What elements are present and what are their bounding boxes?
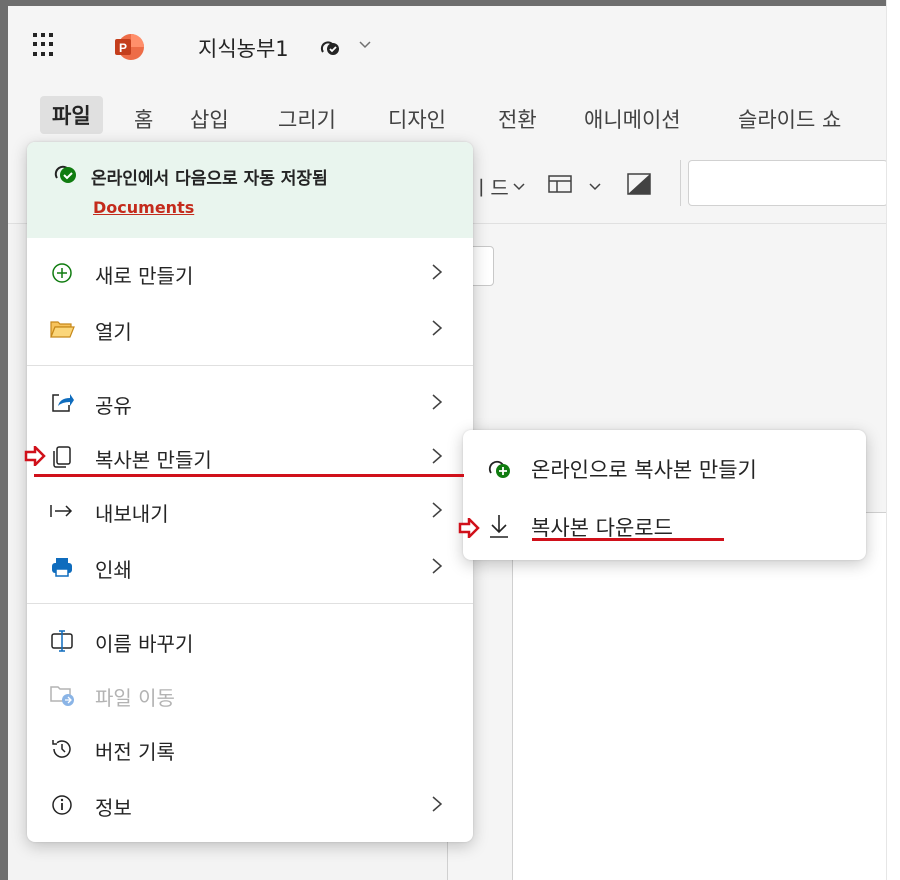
annotation-arrow-right-icon: [24, 443, 46, 469]
menu-item-label: 파일 이동: [95, 686, 175, 710]
menu-item-label: 새로 만들기: [95, 264, 194, 288]
tab-insert[interactable]: 삽입: [190, 104, 229, 134]
chevron-right-icon: [429, 555, 445, 581]
chevron-right-icon: [429, 445, 445, 471]
tab-transitions[interactable]: 전환: [498, 104, 537, 134]
ribbon-chevron-icon[interactable]: [512, 178, 526, 197]
tab-slideshow[interactable]: 슬라이드 쇼: [738, 104, 841, 134]
layout-icon[interactable]: [548, 174, 572, 198]
info-icon: [49, 792, 75, 818]
sync-status-icon[interactable]: [318, 36, 342, 62]
menu-item-info[interactable]: 정보: [27, 780, 473, 830]
folder-open-icon: [49, 316, 75, 342]
plus-circle-icon: [49, 260, 75, 286]
annotation-underline: [532, 538, 724, 541]
menu-item-version-history[interactable]: 버전 기록: [27, 724, 473, 774]
powerpoint-logo-icon: P: [113, 33, 145, 61]
window-frame-left: [0, 0, 8, 880]
save-location-link[interactable]: Documents: [93, 198, 194, 217]
chevron-right-icon: [429, 793, 445, 819]
tab-design[interactable]: 디자인: [388, 104, 446, 134]
document-title[interactable]: 지식농부1: [198, 33, 289, 63]
printer-icon: [49, 554, 75, 580]
tab-draw[interactable]: 그리기: [278, 104, 336, 134]
chevron-right-icon: [429, 391, 445, 417]
autosave-status-panel: 온라인에서 다음으로 자동 저장됨 Documents: [27, 142, 473, 238]
submenu-item-label: 온라인으로 복사본 만들기: [531, 458, 757, 482]
menu-item-label: 인쇄: [95, 558, 132, 582]
title-dropdown-chevron-icon[interactable]: [357, 36, 373, 56]
chevron-right-icon: [429, 499, 445, 525]
submenu-item-download-copy[interactable]: 복사본 다운로드: [463, 500, 866, 550]
ribbon-separator: [680, 160, 681, 206]
annotation-arrow-right-icon: [458, 515, 480, 541]
menu-item-share[interactable]: 공유: [27, 378, 473, 428]
ribbon-layout-label[interactable]: ㅣ드: [472, 172, 509, 201]
menu-item-label: 내보내기: [95, 502, 169, 526]
cloud-add-icon: [485, 454, 513, 482]
tab-animations[interactable]: 애니메이션: [584, 104, 681, 134]
share-icon: [49, 390, 75, 416]
menu-item-label: 버전 기록: [95, 740, 175, 764]
menu-item-label: 공유: [95, 394, 132, 418]
window-frame-right: [886, 0, 900, 880]
copy-icon: [49, 444, 75, 470]
menu-item-label: 정보: [95, 796, 132, 820]
menu-item-label: 이름 바꾸기: [95, 632, 194, 656]
annotation-underline: [34, 474, 464, 477]
menu-item-label: 열기: [95, 320, 132, 344]
rename-icon: [49, 628, 75, 654]
tab-home[interactable]: 홈: [134, 104, 153, 134]
submenu-item-copy-online[interactable]: 온라인으로 복사본 만들기: [463, 442, 866, 492]
menu-item-export[interactable]: 내보내기: [27, 486, 473, 536]
history-icon: [49, 736, 75, 762]
chevron-right-icon: [429, 317, 445, 343]
export-arrow-icon: [49, 498, 75, 524]
menu-item-new[interactable]: 새로 만들기: [27, 248, 473, 298]
ribbon-font-box[interactable]: [688, 160, 888, 206]
menu-item-print[interactable]: 인쇄: [27, 542, 473, 592]
menu-divider: [27, 603, 473, 604]
menu-item-open[interactable]: 열기: [27, 304, 473, 354]
tab-file[interactable]: 파일: [40, 96, 103, 134]
cloud-saved-icon: [51, 160, 79, 190]
menu-item-rename[interactable]: 이름 바꾸기: [27, 616, 473, 666]
background-format-icon[interactable]: [626, 172, 652, 200]
autosave-status-text: 온라인에서 다음으로 자동 저장됨: [91, 169, 328, 189]
download-icon: [485, 512, 513, 540]
svg-text:P: P: [119, 41, 127, 55]
move-folder-icon: [49, 682, 75, 708]
chevron-right-icon: [429, 261, 445, 287]
app-launcher-icon[interactable]: [30, 30, 60, 60]
slide-canvas[interactable]: [512, 512, 886, 880]
file-menu: 온라인에서 다음으로 자동 저장됨 Documents 새로 만들기 열기 공유…: [27, 142, 473, 842]
menu-item-move-file: 파일 이동: [27, 670, 473, 720]
layout-chevron-icon[interactable]: [588, 178, 602, 197]
menu-divider: [27, 365, 473, 366]
menu-item-label: 복사본 만들기: [95, 448, 212, 472]
